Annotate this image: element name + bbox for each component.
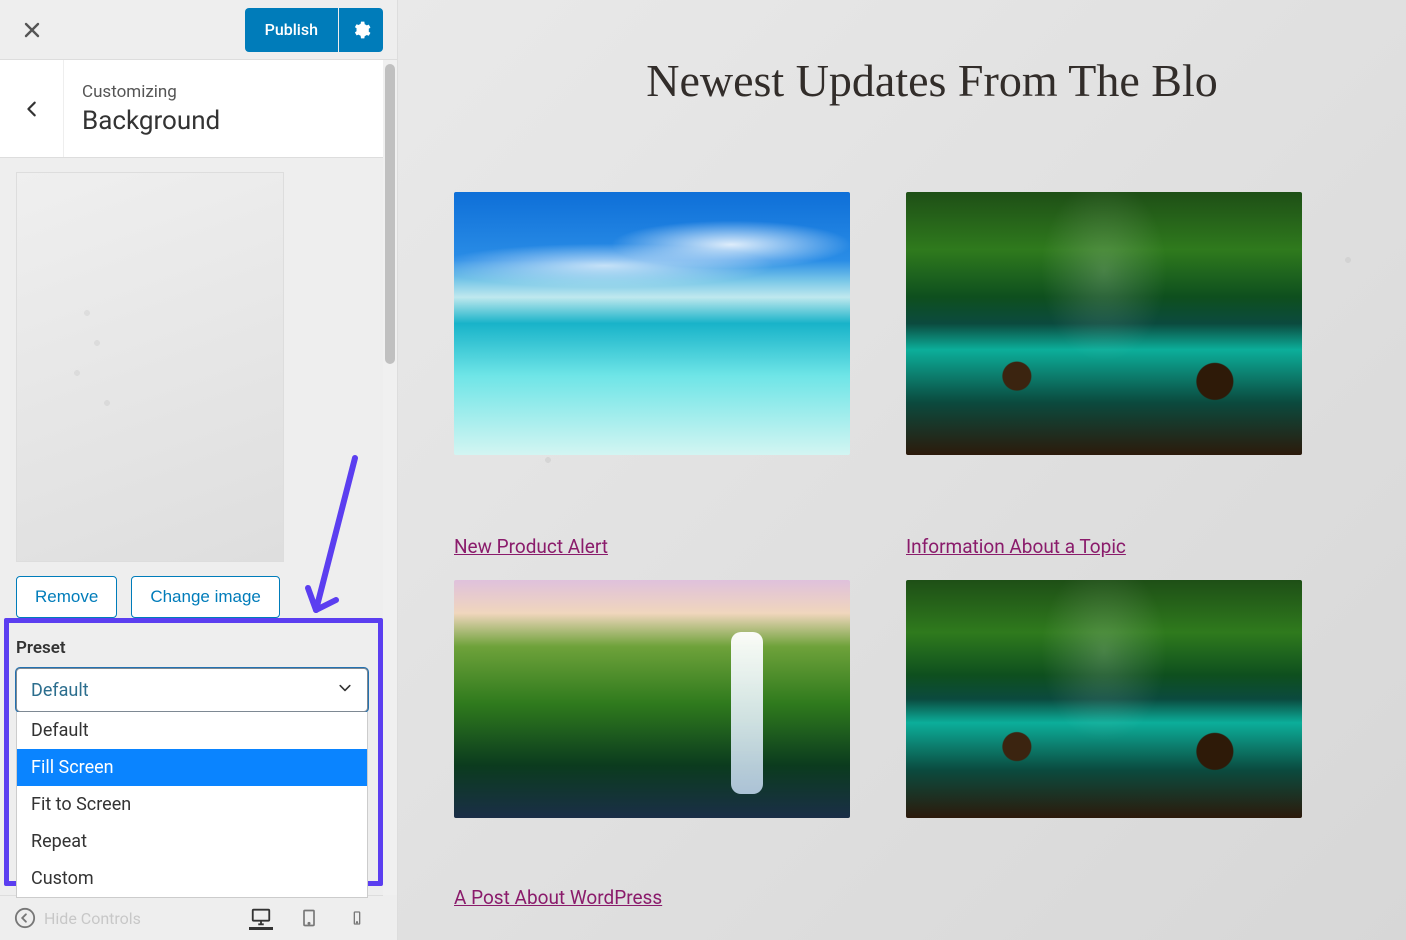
close-icon [22,20,42,40]
gear-icon [351,20,371,40]
site-preview: Newest Updates From The Blo New Product … [398,0,1406,940]
mobile-icon [349,907,365,929]
post-card: New Product Alert [454,192,850,818]
hide-controls-label: Hide Controls [44,909,141,928]
preset-options-list: Default Fill Screen Fit to Screen Repeat… [16,712,368,898]
hide-controls-button[interactable]: Hide Controls [14,907,141,929]
publish-button-group: Publish [245,8,383,52]
post-thumbnail[interactable] [454,192,850,455]
customizer-sidebar: Publish Customizing Background Remove Ch… [0,0,398,940]
post-thumbnail[interactable] [454,580,850,818]
desktop-icon [250,906,272,928]
preview-heading: Newest Updates From The Blo [398,54,1406,107]
panel-body: Remove Change image Preset Default Defau… [0,158,397,712]
preset-option-default[interactable]: Default [17,712,367,749]
back-button[interactable] [0,60,64,157]
preset-select[interactable]: Default [16,668,368,712]
preset-option-repeat[interactable]: Repeat [17,823,367,860]
post-thumbnail[interactable] [906,580,1302,818]
sidebar-scrollbar-thumb[interactable] [385,64,395,364]
publish-settings-button[interactable] [339,8,383,52]
post-link[interactable]: Information About a Topic [906,535,1302,558]
post-link[interactable]: New Product Alert [454,535,850,558]
preset-option-fit-to-screen[interactable]: Fit to Screen [17,786,367,823]
section-title: Background [82,106,220,136]
background-image-preview[interactable] [16,172,284,562]
section-eyebrow: Customizing [82,82,220,102]
change-image-button[interactable]: Change image [131,576,280,618]
preset-selected-value: Default [31,680,89,701]
device-tablet-button[interactable] [297,906,321,930]
chevron-left-icon [23,100,41,118]
remove-image-button[interactable]: Remove [16,576,117,618]
chevron-down-icon [337,680,353,701]
device-desktop-button[interactable] [249,906,273,930]
device-mobile-button[interactable] [345,906,369,930]
publish-label: Publish [265,20,318,39]
preset-option-fill-screen[interactable]: Fill Screen [17,749,367,786]
preset-option-custom[interactable]: Custom [17,860,367,897]
posts-grid: New Product Alert Information About a To… [454,192,1406,818]
preset-label: Preset [16,638,381,658]
close-customizer-button[interactable] [18,16,46,44]
tablet-icon [299,907,319,929]
collapse-icon [14,907,36,929]
section-header: Customizing Background [0,60,397,158]
publish-button[interactable]: Publish [245,8,338,52]
post-card: Information About a Topic [906,192,1302,818]
customizer-topbar: Publish [0,0,397,60]
post-thumbnail[interactable] [906,192,1302,455]
preset-control: Preset Default Default Fill Screen Fit t… [16,638,381,712]
post-link[interactable]: A Post About WordPress [454,886,662,909]
customizer-footer: Hide Controls [0,895,383,940]
